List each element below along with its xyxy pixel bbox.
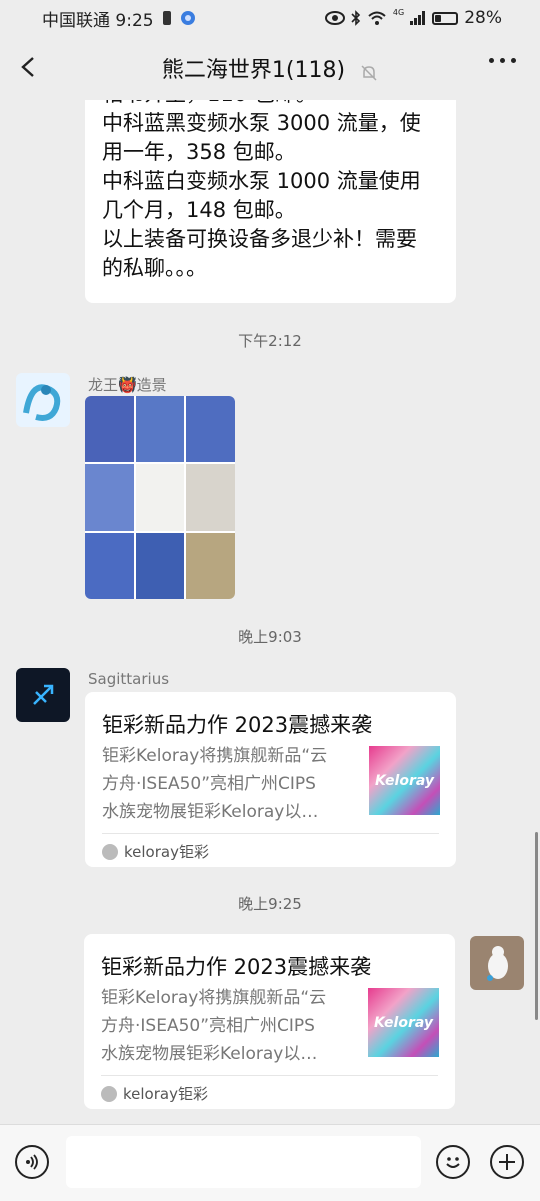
link-card[interactable]: 钜彩新品力作 2023震撼来袭 钜彩Keloray将携旗舰新品“云 方舟·ISE… xyxy=(85,692,456,867)
scrollbar[interactable] xyxy=(535,832,538,1020)
voice-icon[interactable] xyxy=(15,1145,49,1179)
card-title: 钜彩新品力作 2023震撼来袭 xyxy=(102,713,373,737)
image-message[interactable] xyxy=(85,396,235,599)
card-desc-line: 钜彩Keloray将携旗舰新品“云 xyxy=(102,746,328,766)
message-line: 中科蓝黑变频水泵 3000 流量，使 xyxy=(102,111,421,135)
bell-off-icon xyxy=(361,64,377,81)
card-thumbnail: Keloray xyxy=(368,988,439,1057)
message-input[interactable] xyxy=(66,1136,421,1188)
timestamp: 晚上9:03 xyxy=(238,628,302,646)
message-line: 中科蓝白变频水泵 1000 流量使用 xyxy=(102,169,421,193)
link-card[interactable]: 钜彩新品力作 2023震撼来袭 钜彩Keloray将携旗舰新品“云 方舟·ISE… xyxy=(84,934,455,1109)
message-line: 的私聊。。。 xyxy=(102,256,207,280)
avatar[interactable] xyxy=(470,936,524,990)
divider xyxy=(101,1075,438,1076)
card-source: keloray钜彩 xyxy=(101,1083,208,1104)
card-desc-line: 钜彩Keloray将携旗舰新品“云 xyxy=(101,988,327,1008)
text-message-bubble[interactable]: 相书介生，110 包邮。 中科蓝黑变频水泵 3000 流量，使 用一年，358 … xyxy=(85,100,456,303)
carrier-time: 中国联通 9:25 xyxy=(42,10,154,31)
card-desc-line: 水族宠物展钜彩Keloray以… xyxy=(101,1044,318,1064)
emoji-icon[interactable] xyxy=(436,1145,470,1179)
network-tag: 4G xyxy=(392,7,405,17)
message-line: 几个月，148 包邮。 xyxy=(102,198,296,222)
source-name: keloray钜彩 xyxy=(123,1085,208,1103)
sender-name: Sagittarius xyxy=(88,670,170,688)
signal-icon xyxy=(410,11,426,25)
avatar[interactable] xyxy=(16,373,70,427)
source-name: keloray钜彩 xyxy=(124,843,209,861)
eye-icon xyxy=(324,11,345,25)
notification-icon xyxy=(162,11,171,25)
avatar[interactable] xyxy=(16,668,70,722)
card-desc-line: 方舟·ISEA50”亮相广州CIPS xyxy=(102,774,316,794)
chevron-left-icon[interactable] xyxy=(18,56,40,78)
bluetooth-icon xyxy=(351,10,361,26)
plus-icon[interactable] xyxy=(490,1145,524,1179)
chat-header: 熊二海世界1(118) xyxy=(0,36,540,100)
card-thumbnail: Keloray xyxy=(369,746,440,815)
battery-percent: 28% xyxy=(464,8,502,28)
globe-icon xyxy=(180,11,195,25)
message-line: 用一年，358 包邮。 xyxy=(102,140,296,164)
card-desc-line: 水族宠物展钜彩Keloray以… xyxy=(102,802,319,822)
card-title: 钜彩新品力作 2023震撼来袭 xyxy=(101,955,372,979)
card-desc-line: 方舟·ISEA50”亮相广州CIPS xyxy=(101,1016,315,1036)
sender-name: 龙王👹造景 xyxy=(88,376,167,394)
input-bar xyxy=(0,1124,540,1201)
source-icon xyxy=(101,1085,117,1102)
wifi-icon xyxy=(368,11,386,25)
source-icon xyxy=(102,843,118,860)
card-description: 钜彩Keloray将携旗舰新品“云 方舟·ISEA50”亮相广州CIPS 水族宠… xyxy=(102,742,352,826)
message-line: 相书介生，110 包邮。 xyxy=(102,100,440,109)
timestamp: 晚上9:25 xyxy=(238,895,302,913)
card-description: 钜彩Keloray将携旗舰新品“云 方舟·ISEA50”亮相广州CIPS 水族宠… xyxy=(101,984,351,1068)
card-source: keloray钜彩 xyxy=(102,841,209,862)
divider xyxy=(102,833,439,834)
more-icon[interactable] xyxy=(489,58,516,63)
battery-icon xyxy=(432,11,459,25)
chat-area[interactable]: 相书介生，110 包邮。 中科蓝黑变频水泵 3000 流量，使 用一年，358 … xyxy=(0,100,540,1124)
timestamp: 下午2:12 xyxy=(238,332,302,350)
message-line: 以上装备可换设备多退少补！需要 xyxy=(102,227,417,251)
chat-title: 熊二海世界1(118) xyxy=(161,58,346,83)
status-bar: 中国联通 9:25 4G 28% xyxy=(0,0,540,36)
